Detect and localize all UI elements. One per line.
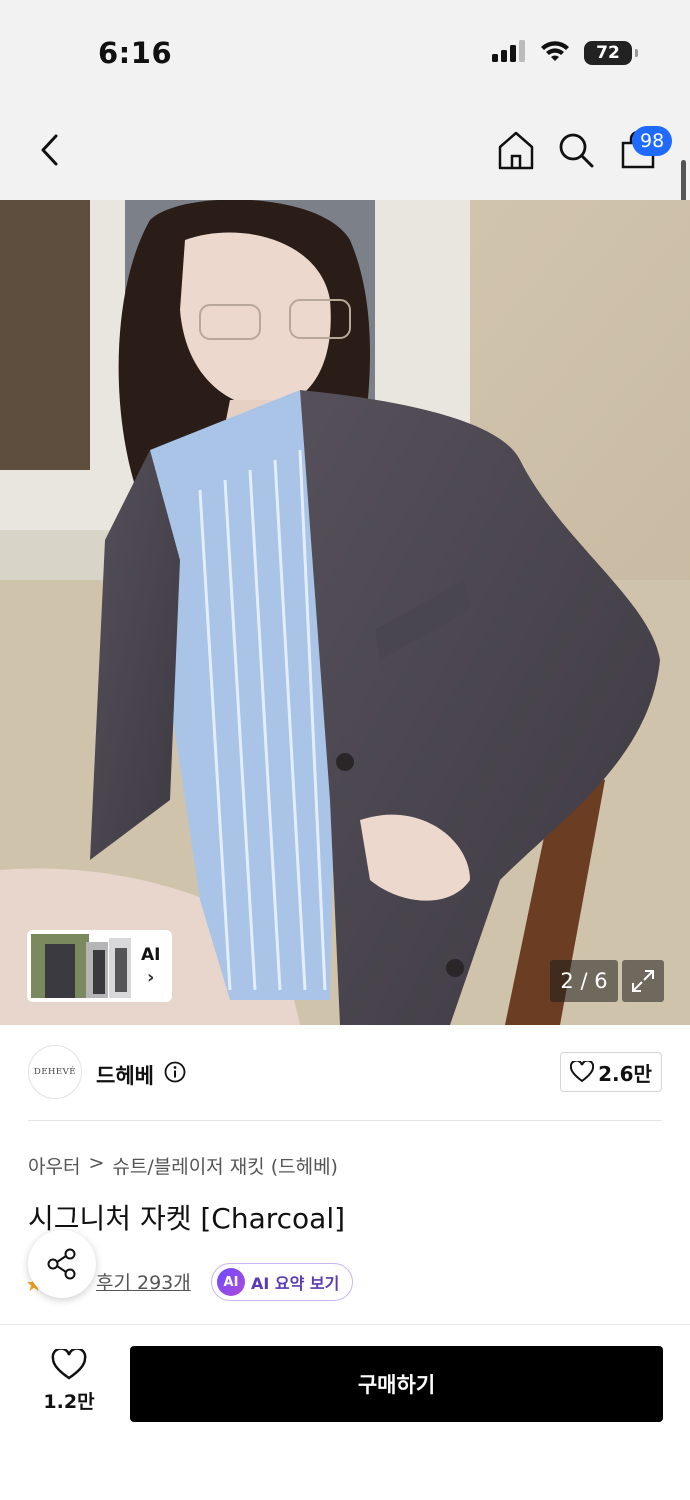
ai-summary-label: AI 요약 보기	[251, 1274, 340, 1293]
wishlist-count: 1.2만	[43, 1391, 95, 1413]
home-button[interactable]	[494, 128, 538, 172]
breadcrumb-item-blazer[interactable]: 슈트/블레이저 재킷 (드헤베)	[112, 1152, 338, 1179]
breadcrumb-item-outer[interactable]: 아우터	[28, 1152, 80, 1179]
expand-icon	[632, 970, 654, 992]
image-page-counter: 2 / 6	[550, 960, 618, 1002]
thumbnail-strip	[31, 934, 131, 998]
wifi-icon	[540, 40, 570, 66]
info-icon[interactable]	[164, 1061, 186, 1083]
product-title: 시그니처 자켓 [Charcoal]	[28, 1202, 346, 1235]
top-navigation-bar: 98	[0, 100, 690, 200]
ai-card-label: AI ›	[141, 945, 160, 988]
brand-row: DEHEVÉ 드헤베 2.6만	[0, 1025, 690, 1121]
ai-card-text: AI	[141, 944, 161, 965]
breadcrumb: 아우터 > 슈트/블레이저 재킷 (드헤베)	[28, 1152, 338, 1179]
status-bar: 6:16 72	[0, 0, 690, 100]
wishlist-button[interactable]: 1.2만	[30, 1349, 108, 1421]
product-photo	[0, 200, 690, 1025]
ai-badge-icon: AI	[217, 1268, 245, 1296]
cellular-signal-icon	[492, 40, 526, 66]
brand-like-button[interactable]: 2.6만	[560, 1052, 662, 1092]
status-time: 6:16	[98, 36, 173, 70]
ai-summary-button[interactable]: AI AI 요약 보기	[211, 1263, 353, 1301]
brand-name[interactable]: 드헤베	[96, 1060, 154, 1090]
brand-like-count: 2.6만	[598, 1061, 652, 1086]
battery-icon: 72	[584, 41, 638, 65]
breadcrumb-separator: >	[88, 1152, 105, 1174]
chevron-right-icon: ›	[147, 966, 155, 988]
buy-button[interactable]: 구매하기	[130, 1346, 663, 1422]
product-image-gallery[interactable]	[0, 200, 690, 1025]
expand-image-button[interactable]	[622, 960, 664, 1002]
back-button[interactable]	[28, 128, 72, 172]
brand-logo[interactable]: DEHEVÉ	[28, 1045, 82, 1099]
chevron-left-icon	[41, 134, 58, 166]
search-icon	[559, 133, 594, 168]
divider	[28, 1120, 662, 1121]
ai-style-card[interactable]: AI ›	[27, 930, 172, 1002]
review-link[interactable]: 후기 293개	[96, 1268, 191, 1295]
heart-icon	[570, 1061, 595, 1083]
home-icon	[498, 131, 534, 170]
search-button[interactable]	[554, 128, 598, 172]
bottom-action-bar: 1.2만 구매하기	[0, 1324, 690, 1500]
heart-icon	[51, 1349, 87, 1380]
share-button[interactable]	[28, 1230, 96, 1298]
share-icon	[47, 1248, 76, 1280]
cart-count-badge: 98	[632, 126, 673, 156]
status-icons: 72	[492, 40, 638, 66]
